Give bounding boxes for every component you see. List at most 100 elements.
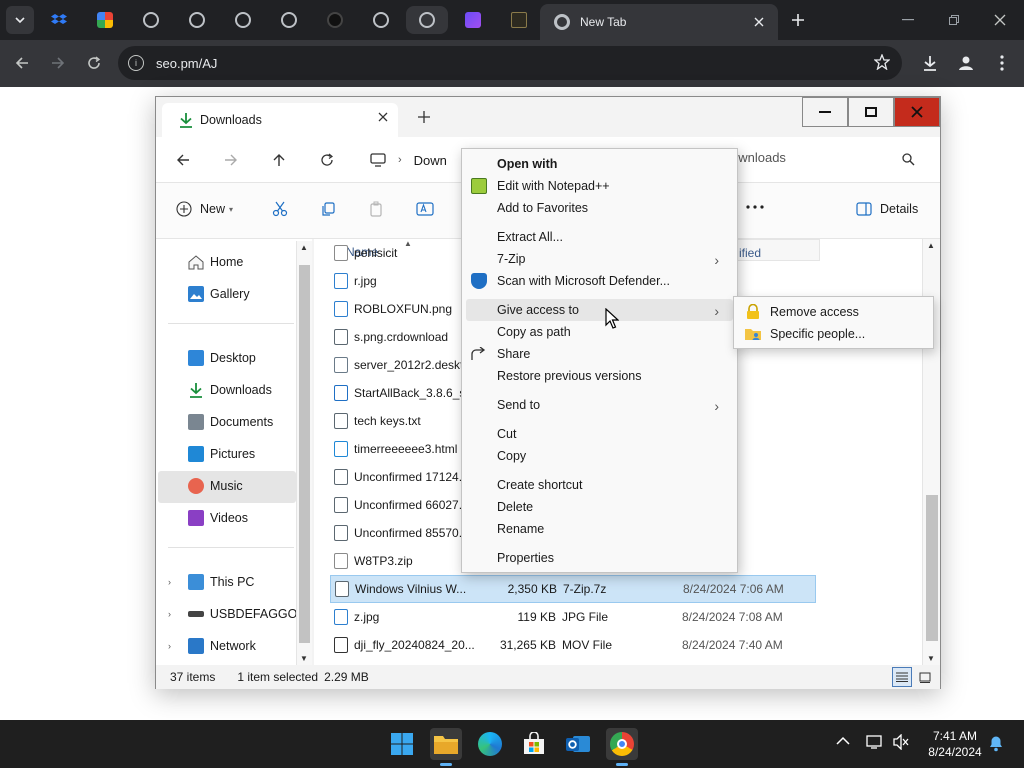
back-button[interactable]: [8, 49, 36, 77]
scroll-up-arrow[interactable]: ▲: [927, 241, 935, 250]
tiles-view-button[interactable]: [916, 668, 934, 686]
site-info-icon[interactable]: i: [128, 55, 144, 71]
menu-item-edit-with-notepad[interactable]: Edit with Notepad++: [466, 175, 733, 197]
explorer-maximize-button[interactable]: [848, 97, 894, 127]
tab-search-button[interactable]: [6, 6, 34, 34]
browser-tab-5[interactable]: [360, 6, 402, 34]
menu-item-send-to[interactable]: Send to ›: [466, 394, 733, 416]
videos-icon: [188, 510, 204, 526]
up-button[interactable]: [272, 153, 286, 167]
downloads-button[interactable]: [916, 49, 944, 77]
start-button[interactable]: [386, 728, 418, 760]
minimize-button[interactable]: [894, 6, 922, 34]
browser-tab-4[interactable]: [268, 6, 310, 34]
nav-item-usb[interactable]: › USBDEFAGGOT (: [168, 599, 312, 629]
menu-item-scan-with-defender[interactable]: Scan with Microsoft Defender...: [466, 270, 733, 292]
reload-button[interactable]: [80, 49, 108, 77]
divider: [168, 323, 294, 324]
address-bar[interactable]: i seo.pm/AJ: [118, 46, 902, 80]
menu-item-copy-as-path[interactable]: Copy as path: [466, 321, 733, 343]
browser-tab-3[interactable]: [222, 6, 264, 34]
menu-item-properties[interactable]: Properties: [466, 547, 733, 569]
menu-item-rename[interactable]: Rename: [466, 518, 733, 540]
browser-tab-7[interactable]: [452, 6, 494, 34]
menu-item-copy[interactable]: Copy: [466, 445, 733, 467]
nav-item-this-pc[interactable]: › This PC: [168, 567, 308, 597]
explorer-tab[interactable]: Downloads: [162, 103, 398, 137]
close-tab-button[interactable]: [378, 112, 388, 122]
scroll-thumb[interactable]: [299, 265, 310, 643]
bell-icon: [990, 736, 1002, 752]
close-window-button[interactable]: [986, 6, 1014, 34]
browser-tab-8[interactable]: [498, 6, 540, 34]
file-icon: [334, 637, 348, 653]
browser-tab-6[interactable]: [406, 6, 448, 34]
clock[interactable]: 7:41 AM 8/24/2024: [920, 728, 990, 760]
back-button[interactable]: [176, 153, 190, 167]
nav-scrollbar[interactable]: ▲ ▼: [296, 241, 312, 665]
new-explorer-tab-button[interactable]: [418, 111, 430, 123]
maximize-button[interactable]: [940, 6, 968, 34]
taskbar-outlook[interactable]: [562, 728, 594, 760]
details-pane-button[interactable]: Details: [856, 202, 918, 216]
file-row[interactable]: Windows Vilnius W... 2,350 KB 7-Zip.7z 8/24…: [330, 575, 816, 603]
taskbar-chrome[interactable]: [606, 728, 638, 766]
menu-item-7-zip[interactable]: 7-Zip ›: [466, 248, 733, 270]
chevron-right-icon: ›: [714, 303, 719, 319]
taskbar-file-explorer[interactable]: [430, 728, 462, 766]
scroll-down-arrow[interactable]: ▼: [927, 654, 935, 663]
scroll-up-arrow[interactable]: ▲: [300, 243, 308, 252]
bookmark-star-button[interactable]: [874, 54, 890, 70]
menu-item-share[interactable]: Share: [466, 343, 733, 365]
menu-item-create-shortcut[interactable]: Create shortcut: [466, 474, 733, 496]
menu-item-cut[interactable]: Cut: [466, 423, 733, 445]
explorer-minimize-button[interactable]: [802, 97, 848, 127]
menu-item-give-access-to[interactable]: Give access to ›: [466, 299, 733, 321]
refresh-button[interactable]: [320, 153, 334, 167]
menu-item-label: Copy as path: [497, 325, 571, 339]
menu-item-specific-people[interactable]: Specific people...: [738, 323, 929, 345]
volume-button[interactable]: [892, 734, 910, 750]
rename-button[interactable]: [416, 201, 434, 217]
menu-item-open-with[interactable]: Open with: [466, 153, 733, 175]
browser-tab-1[interactable]: [130, 6, 172, 34]
search-button[interactable]: [902, 153, 915, 166]
browser-tab-2[interactable]: [176, 6, 218, 34]
menu-item-restore-previous-versions[interactable]: Restore previous versions: [466, 365, 733, 387]
close-tab-button[interactable]: [750, 13, 768, 31]
new-tab-button[interactable]: [784, 6, 812, 34]
taskbar-store[interactable]: [518, 728, 550, 760]
taskbar-edge[interactable]: [474, 728, 506, 760]
menu-item-add-to-favorites[interactable]: Add to Favorites: [466, 197, 733, 219]
file-name: s.png.crdownload: [354, 330, 449, 344]
forward-button[interactable]: [224, 153, 238, 167]
notifications-button[interactable]: [988, 734, 1004, 752]
browser-tab-github[interactable]: [314, 6, 356, 34]
file-row[interactable]: dji_fly_20240824_20... 31,265 KB MOV File 8…: [330, 631, 800, 659]
file-type: JPG File: [562, 610, 609, 624]
details-view-button[interactable]: [892, 667, 912, 687]
menu-item-label: Share: [497, 347, 531, 361]
network-status-button[interactable]: [866, 734, 884, 750]
menu-item-delete[interactable]: Delete: [466, 496, 733, 518]
browser-tab-meet[interactable]: [84, 6, 126, 34]
explorer-close-button[interactable]: [894, 97, 940, 127]
nav-item-network[interactable]: › Network: [168, 631, 308, 661]
forward-button[interactable]: [44, 49, 72, 77]
cut-button[interactable]: [272, 201, 288, 217]
scroll-down-arrow[interactable]: ▼: [300, 654, 308, 663]
see-more-button[interactable]: [746, 205, 764, 209]
browser-menu-button[interactable]: [988, 49, 1016, 77]
menu-item-extract-all[interactable]: Extract All...: [466, 226, 733, 248]
copy-button[interactable]: [320, 201, 336, 217]
browser-tab-dropbox[interactable]: [38, 6, 80, 34]
scroll-thumb[interactable]: [926, 495, 938, 641]
paste-button[interactable]: [368, 201, 384, 217]
search-icon: [902, 153, 915, 166]
show-hidden-icons-button[interactable]: [836, 736, 850, 746]
new-button[interactable]: New ▾: [176, 201, 233, 217]
browser-tab-active[interactable]: New Tab: [540, 4, 778, 40]
menu-item-remove-access[interactable]: Remove access: [738, 301, 929, 323]
file-row[interactable]: z.jpg 119 KB JPG File 8/24/2024 7:08 AM: [330, 603, 800, 631]
profile-button[interactable]: [952, 49, 980, 77]
